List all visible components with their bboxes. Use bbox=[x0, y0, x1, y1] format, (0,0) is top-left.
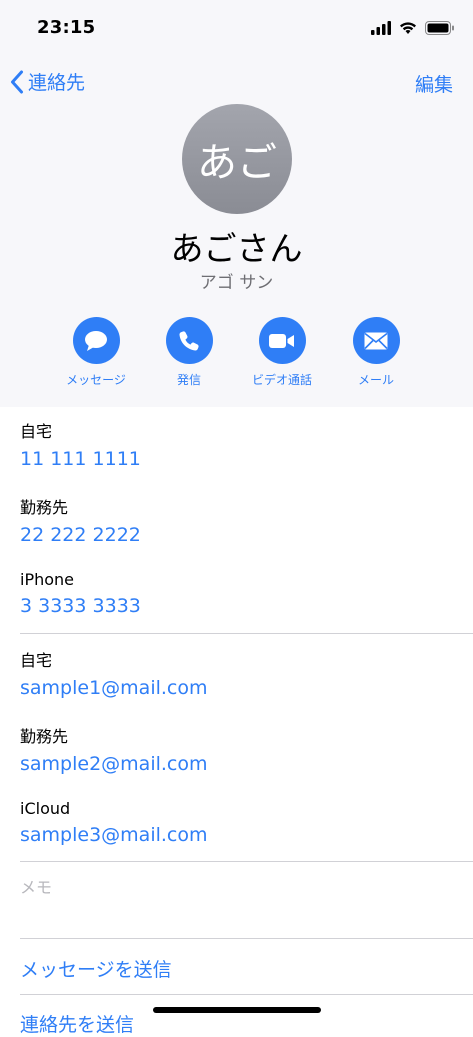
email-address[interactable]: sample2@mail.com bbox=[20, 753, 473, 775]
phone-label: 勤務先 bbox=[20, 498, 69, 517]
phone-label: iPhone bbox=[20, 570, 75, 589]
mail-envelope-icon bbox=[364, 332, 388, 349]
wifi-icon bbox=[400, 22, 416, 34]
signal-icon bbox=[371, 21, 391, 35]
send-message-link[interactable]: メッセージを送信 bbox=[20, 955, 172, 982]
phone-row-work[interactable]: 勤務先 22 222 2222 bbox=[20, 494, 473, 546]
video-action-label: ビデオ通話 bbox=[251, 373, 312, 387]
video-circle bbox=[258, 317, 306, 364]
avatar-initials: あご bbox=[197, 140, 277, 186]
email-label: iCloud bbox=[20, 799, 71, 818]
video-camera-icon bbox=[269, 333, 294, 348]
back-button[interactable]: 連絡先 bbox=[10, 68, 85, 95]
message-action-button[interactable]: メッセージ bbox=[48, 317, 144, 388]
mail-action-button[interactable]: メール bbox=[328, 317, 424, 388]
section-divider bbox=[20, 938, 473, 939]
phone-label: 自宅 bbox=[20, 422, 53, 441]
contact-name: あごさん bbox=[170, 229, 303, 268]
email-label: 勤務先 bbox=[20, 727, 69, 746]
edit-button[interactable]: 編集 bbox=[415, 70, 453, 97]
section-divider bbox=[20, 994, 473, 995]
email-row-work[interactable]: 勤務先 sample2@mail.com bbox=[20, 723, 473, 775]
battery-icon bbox=[425, 21, 454, 35]
call-action-button[interactable]: 発信 bbox=[141, 317, 237, 388]
back-label: 連絡先 bbox=[28, 72, 86, 94]
phone-number[interactable]: 11 111 1111 bbox=[20, 448, 473, 470]
email-address[interactable]: sample3@mail.com bbox=[20, 824, 473, 846]
email-row-home[interactable]: 自宅 sample1@mail.com bbox=[20, 647, 473, 699]
email-address[interactable]: sample1@mail.com bbox=[20, 677, 473, 699]
contact-reading: アゴ サン bbox=[199, 273, 274, 293]
memo-field[interactable]: メモ bbox=[20, 874, 52, 898]
phone-row-iphone[interactable]: iPhone 3 3333 3333 bbox=[20, 570, 473, 617]
call-action-label: 発信 bbox=[176, 373, 201, 387]
avatar: あご bbox=[182, 104, 292, 214]
contact-header: 23:15 連絡先 編集 あご あごさん アゴ サン メッセージ 発信 ビデオ通… bbox=[0, 0, 473, 407]
mail-action-label: メール bbox=[357, 373, 394, 387]
chevron-left-icon bbox=[11, 70, 23, 93]
status-icons bbox=[371, 19, 455, 37]
status-time: 23:15 bbox=[37, 17, 96, 38]
message-action-label: メッセージ bbox=[66, 373, 126, 387]
call-circle bbox=[165, 317, 213, 364]
email-label: 自宅 bbox=[20, 651, 53, 670]
home-indicator[interactable] bbox=[153, 1007, 321, 1013]
mail-circle bbox=[352, 317, 400, 364]
phone-icon bbox=[179, 330, 199, 351]
action-buttons: メッセージ 発信 ビデオ通話 メール bbox=[0, 317, 473, 397]
phone-number[interactable]: 3 3333 3333 bbox=[20, 595, 473, 617]
phone-number[interactable]: 22 222 2222 bbox=[20, 524, 473, 546]
message-circle bbox=[72, 317, 120, 364]
phone-row-home[interactable]: 自宅 11 111 1111 bbox=[20, 418, 473, 470]
section-divider bbox=[20, 633, 473, 634]
email-row-icloud[interactable]: iCloud sample3@mail.com bbox=[20, 799, 473, 846]
section-divider bbox=[20, 861, 473, 862]
message-bubble-icon bbox=[85, 330, 107, 351]
video-action-button[interactable]: ビデオ通話 bbox=[234, 317, 330, 388]
